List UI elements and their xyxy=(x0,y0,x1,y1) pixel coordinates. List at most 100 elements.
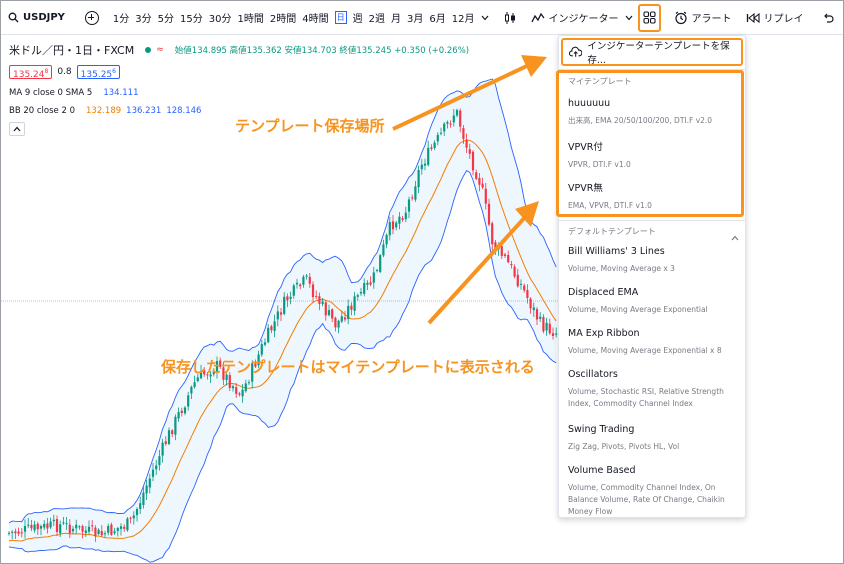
top-toolbar: USDJPY 1分 3分 5分 15分 30分 1時間 2時間 4時間 日 週 … xyxy=(1,1,843,35)
indicators-dropdown[interactable] xyxy=(622,6,636,30)
timeframe-1w[interactable]: 週 xyxy=(350,6,366,30)
default-template-item[interactable]: MA Exp Ribbon Volume, Moving Average Exp… xyxy=(568,328,744,357)
indicators-button[interactable]: インジケーター xyxy=(528,6,622,30)
collapse-legend-button[interactable] xyxy=(9,122,25,136)
candle-body xyxy=(7,532,11,534)
timeframe-6mo[interactable]: 6月 xyxy=(426,6,448,30)
chart-type-button[interactable] xyxy=(500,6,520,30)
timeframe-dropdown[interactable] xyxy=(478,6,492,30)
candle-body xyxy=(267,327,270,343)
candle-body xyxy=(433,142,436,148)
default-template-item[interactable]: Displaced EMA Volume, Moving Average Exp… xyxy=(568,287,744,316)
indicator-templates-button[interactable] xyxy=(637,3,661,32)
timeframe-1d[interactable]: 日 xyxy=(334,11,347,24)
candle-body xyxy=(545,322,548,331)
timeframe-15m[interactable]: 15分 xyxy=(177,6,206,30)
chevron-up-icon xyxy=(731,235,739,241)
candle-body xyxy=(187,395,190,407)
candle-body xyxy=(324,302,327,316)
candle-body xyxy=(139,503,142,509)
candle-body xyxy=(20,532,23,534)
candle-body xyxy=(468,149,471,154)
candle-body xyxy=(84,530,87,534)
buy-price-sup: 6 xyxy=(112,68,116,75)
candle-body xyxy=(430,147,433,149)
candle-body xyxy=(343,317,347,320)
candle-body xyxy=(33,524,36,531)
candle-body xyxy=(334,317,337,328)
candle-body xyxy=(302,276,305,285)
undo-button[interactable] xyxy=(819,6,837,30)
candle-body xyxy=(411,197,414,199)
timeframe-12mo[interactable]: 12月 xyxy=(449,6,478,30)
candle-body xyxy=(91,525,94,527)
legend-title-row: 米ドル／円・1日・FXCM ≈ 始値134.895 高値135.362 安値13… xyxy=(9,41,469,59)
timeframe-3m[interactable]: 3分 xyxy=(132,6,154,30)
candle-body xyxy=(292,285,295,296)
candle-body xyxy=(548,323,551,334)
save-template-label: インジケーターテンプレートを保存... xyxy=(587,41,730,66)
default-template-item[interactable]: Oscillators Volume, Stochastic RSI, Rela… xyxy=(568,369,744,410)
candle-body xyxy=(155,465,158,470)
candle-body xyxy=(491,223,494,245)
annotation-saved-note: 保存したテンプレートはマイテンプレートに表示される xyxy=(161,358,535,376)
chevron-down-icon xyxy=(625,15,632,20)
timeframe-1m[interactable]: 1分 xyxy=(110,6,132,30)
save-template-button[interactable]: インジケーターテンプレートを保存... xyxy=(561,38,743,66)
indicators-label: インジケーター xyxy=(548,14,619,25)
alert-button[interactable]: アラート xyxy=(671,6,735,30)
default-template-item[interactable]: Volume Based Volume, Commodity Channel I… xyxy=(568,465,744,518)
app-window: USDJPY 1分 3分 5分 15分 30分 1時間 2時間 4時間 日 週 … xyxy=(0,0,844,564)
sell-price: 135.24 xyxy=(13,70,45,80)
candle-body xyxy=(235,387,238,394)
replay-button[interactable]: リプレイ xyxy=(743,6,807,30)
template-name: Oscillators xyxy=(568,369,618,380)
candle-body xyxy=(97,529,100,534)
rewind-icon xyxy=(746,12,760,23)
market-open-dot xyxy=(145,47,152,53)
candle-body xyxy=(55,519,59,532)
candle-body xyxy=(471,151,475,171)
candle-body xyxy=(487,203,491,225)
sell-button[interactable]: 135.248 xyxy=(9,65,53,80)
timeframe-30m[interactable]: 30分 xyxy=(206,6,235,30)
timeframe-3mo[interactable]: 3月 xyxy=(404,6,426,30)
add-circle-icon xyxy=(84,10,99,25)
candle-body xyxy=(270,326,273,331)
candle-body xyxy=(123,526,126,529)
compare-button[interactable] xyxy=(82,6,102,30)
candle-body xyxy=(110,524,113,535)
default-template-item[interactable]: Bill Williams' 3 Lines Volume, Moving Av… xyxy=(568,246,744,275)
candle-body xyxy=(103,533,107,535)
candle-body xyxy=(529,298,532,309)
candle-body xyxy=(337,320,340,328)
candle-body xyxy=(366,282,369,285)
collapse-section-button[interactable] xyxy=(731,226,739,245)
candle-body xyxy=(27,524,30,526)
candle-body xyxy=(340,316,343,322)
candle-body xyxy=(359,291,363,294)
candle-body xyxy=(244,383,247,392)
candle-body xyxy=(507,255,510,263)
candle-body xyxy=(475,172,478,179)
template-desc: Volume, Stochastic RSI, Relative Strengt… xyxy=(568,387,724,408)
template-name: Swing Trading xyxy=(568,424,635,435)
timeframe-2w[interactable]: 2週 xyxy=(366,6,388,30)
timeframe-4h[interactable]: 4時間 xyxy=(299,6,331,30)
buy-button[interactable]: 135.256 xyxy=(76,65,120,80)
bb-lower-value: 128.146 xyxy=(166,106,202,116)
symbol-search[interactable]: USDJPY xyxy=(5,6,68,30)
timeframe-2h[interactable]: 2時間 xyxy=(267,6,299,30)
candle-body xyxy=(17,531,20,534)
timeframe-1h[interactable]: 1時間 xyxy=(235,6,267,30)
default-template-item[interactable]: Swing Trading Zig Zag, Pivots, Pivots HL… xyxy=(568,424,744,453)
candle-body xyxy=(401,218,404,220)
candle-body xyxy=(478,177,481,185)
timeframe-1mo[interactable]: 月 xyxy=(388,6,404,30)
template-desc: Volume, Moving Average Exponential x 8 xyxy=(568,346,722,355)
candle-body xyxy=(164,441,167,444)
timeframe-5m[interactable]: 5分 xyxy=(155,6,177,30)
candle-body xyxy=(167,430,171,445)
wave-icon: ≈ xyxy=(156,45,164,55)
candle-body xyxy=(315,296,318,298)
